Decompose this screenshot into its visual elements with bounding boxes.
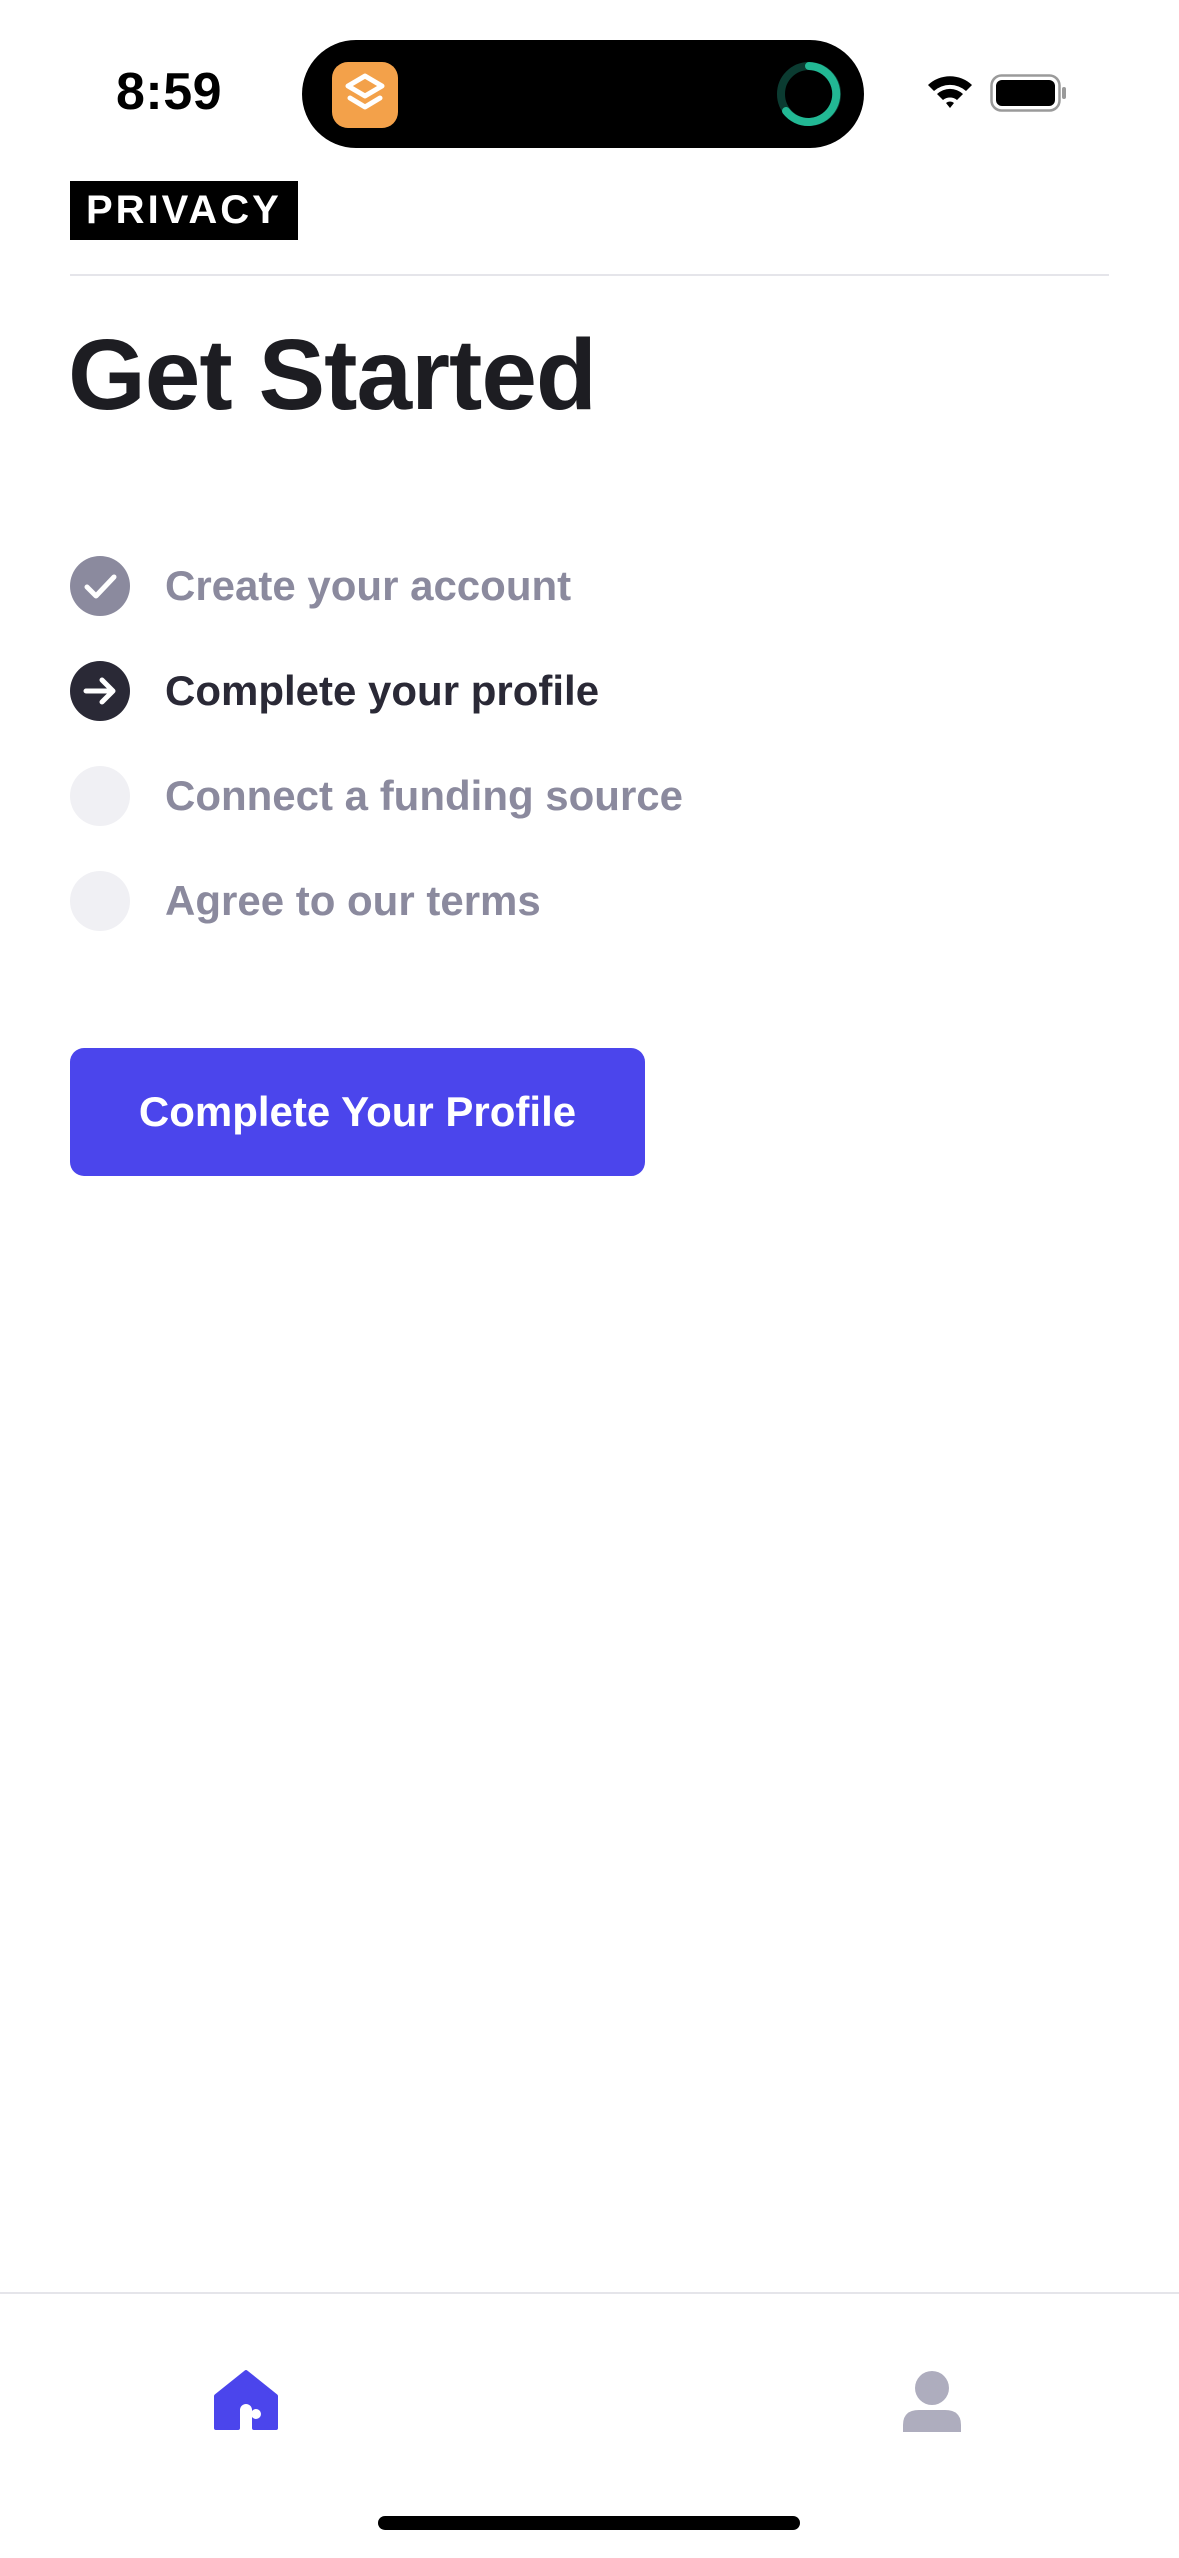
person-icon (903, 2371, 961, 2432)
complete-profile-button[interactable]: Complete Your Profile (70, 1048, 645, 1176)
shortcuts-app-icon (332, 62, 398, 128)
step-label: Create your account (165, 562, 572, 609)
home-indicator[interactable] (378, 2516, 800, 2530)
battery-icon (990, 74, 1066, 112)
step-label: Connect a funding source (165, 772, 684, 819)
page-title: Get Started (68, 319, 597, 431)
wifi-icon (928, 76, 972, 108)
step-create-account: Create your account (70, 556, 970, 661)
step-complete-profile: Complete your profile (70, 661, 970, 766)
brand-logo: PRIVACY (70, 181, 298, 240)
step-label: Complete your profile (165, 667, 600, 714)
home-icon (214, 2370, 278, 2430)
header-divider (70, 274, 1109, 276)
activity-progress-icon (777, 62, 841, 126)
dynamic-island[interactable] (302, 40, 864, 148)
arrow-right-icon (70, 661, 130, 721)
empty-circle-icon (70, 871, 130, 931)
step-agree-terms: Agree to our terms (70, 871, 970, 976)
tab-home[interactable] (186, 2344, 306, 2444)
step-label: Agree to our terms (165, 877, 541, 924)
step-connect-funding: Connect a funding source (70, 766, 970, 871)
tab-profile[interactable] (872, 2344, 992, 2444)
checkmark-icon (70, 556, 130, 616)
onboarding-steps: Create your account Complete your profil… (70, 556, 970, 976)
status-time: 8:59 (116, 63, 223, 121)
empty-circle-icon (70, 766, 130, 826)
